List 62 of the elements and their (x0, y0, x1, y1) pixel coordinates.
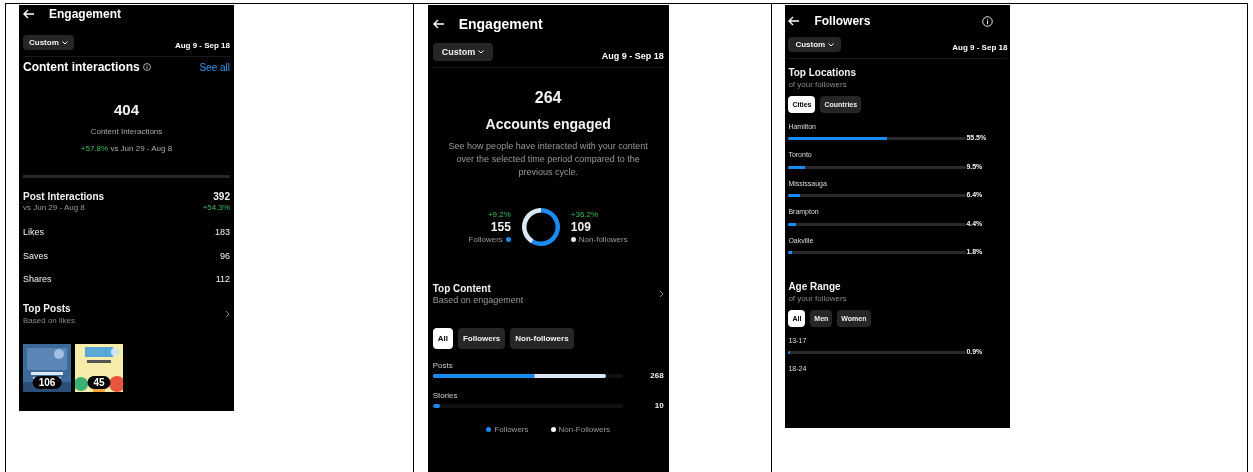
metric-value: 96 (220, 250, 230, 262)
count-value: 109 (570, 219, 591, 235)
filter-tab[interactable]: Non-followers (510, 328, 574, 350)
total-value: 404 (114, 101, 139, 120)
summary-subtitle: vs Jun 29 - Aug 8 (23, 203, 85, 214)
date-range: Aug 9 - Sep 18 (174, 41, 230, 50)
top-subtitle: Based on engagement (432, 295, 524, 307)
section-subtitle: of your followers (788, 293, 847, 304)
section-title: Top Locations (788, 67, 856, 80)
summary-value: 392 (213, 190, 230, 204)
top-title: Top Posts (23, 303, 71, 316)
screen-title: Engagement (49, 7, 121, 21)
date-range-dropdown[interactable]: Custom (23, 35, 74, 50)
screen-title: Engagement (458, 16, 543, 32)
change-percent: +9.2% (487, 209, 511, 220)
screen-title: Followers (814, 14, 871, 28)
date-range-dropdown[interactable]: Custom (788, 37, 842, 52)
section-title: Age Range (788, 281, 841, 294)
legend-label: Followers (494, 425, 529, 435)
group-label: Followers (468, 234, 503, 244)
count-value: 155 (490, 219, 511, 235)
legend-label: Non-Followers (558, 425, 611, 435)
filter-tab[interactable]: All (432, 328, 453, 350)
metric-label: Shares (23, 273, 52, 285)
date-range: Aug 9 - Sep 18 (601, 51, 664, 61)
section-title: Content interactions (23, 60, 140, 74)
metric-label: Saves (23, 250, 48, 262)
back-arrow-icon[interactable] (432, 19, 445, 29)
top-subtitle: Based on likes (23, 315, 76, 326)
summary-title: Post Interactions (23, 190, 105, 204)
total-title: Accounts engaged (485, 116, 611, 134)
top-title: Top Content (432, 282, 491, 295)
metric-value: 112 (215, 273, 230, 285)
post-thumbnail[interactable]: 45 (75, 343, 123, 392)
info-icon[interactable] (982, 15, 994, 27)
bar-value: 268 (650, 371, 664, 382)
info-icon[interactable] (142, 63, 151, 71)
summary-change: +54.3% (202, 203, 230, 214)
description: See how people have interacted with your content over the selected time period compared to the previous cycle. (447, 139, 649, 179)
see-all-link[interactable]: See all (199, 61, 230, 73)
change-text: +57.8% vs Jun 29 - Aug 8 (80, 143, 173, 153)
chevron-right-icon[interactable] (225, 310, 230, 319)
post-thumbnail[interactable]: 106 (23, 343, 71, 392)
bar-value: 10 (654, 401, 664, 412)
total-label: Content Interactions (90, 126, 163, 137)
chevron-down-icon (478, 50, 485, 54)
filter-tab[interactable]: Followers (457, 328, 506, 350)
section-subtitle: of your followers (788, 79, 847, 90)
chevron-down-icon (61, 40, 68, 45)
bar-label: Posts (432, 361, 453, 372)
back-arrow-icon[interactable] (23, 9, 35, 19)
total-value: 264 (534, 88, 562, 108)
date-range-dropdown[interactable]: Custom (432, 43, 494, 61)
date-range: Aug 9 - Sep 18 (952, 43, 1008, 52)
group-label: Non-followers (578, 234, 628, 244)
bar-label: Stories (432, 391, 458, 402)
chevron-right-icon[interactable] (658, 290, 664, 299)
change-percent: +36.2% (570, 209, 599, 220)
chevron-down-icon (828, 42, 835, 47)
metric-label: Likes (23, 227, 44, 239)
back-arrow-icon[interactable] (788, 16, 801, 26)
metric-value: 183 (214, 227, 230, 239)
